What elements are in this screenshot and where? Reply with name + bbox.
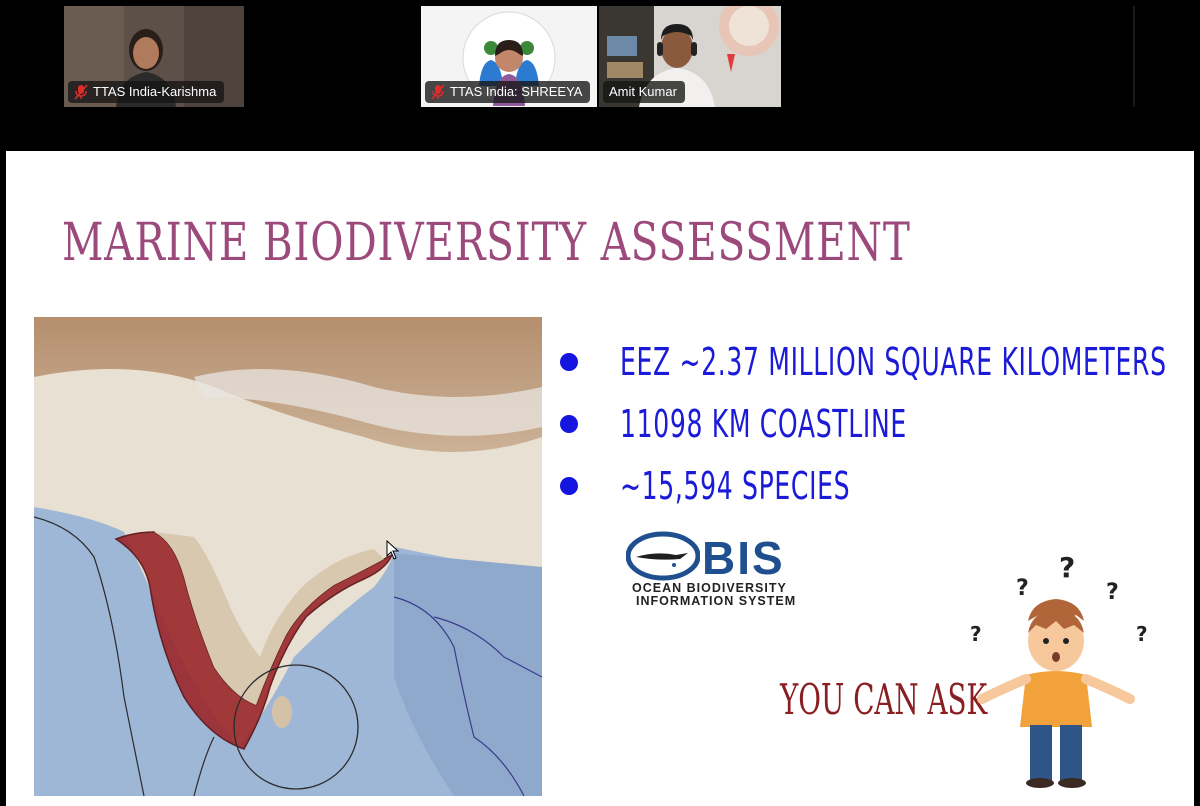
- participant-name-tag: TTAS India-Karishma: [68, 81, 225, 103]
- question-mark-icon: ?: [1136, 622, 1148, 646]
- fact-text: EEZ ~2.37 MILLION SQUARE KILOMETERS: [620, 340, 1167, 384]
- participant-name-tag: TTAS India: SHREEYA: [425, 81, 591, 103]
- globe-icon: [626, 531, 700, 581]
- question-mark-icon: ?: [1106, 580, 1119, 605]
- participant-tile-amit[interactable]: Amit Kumar: [599, 6, 781, 107]
- fact-text: 11098 KM COASTLINE: [620, 402, 907, 446]
- participant-name: Amit Kumar: [609, 84, 677, 99]
- list-item: ~15,594 SPECIES: [554, 455, 1184, 517]
- participant-tile-shreeya[interactable]: TTAS India: SHREEYA: [421, 6, 597, 107]
- confused-person-illustration: ? ? ? ? ?: [970, 551, 1148, 788]
- obis-logo: BIS OCEAN BIODIVERSITY INFORMATION SYSTE…: [624, 531, 836, 609]
- participant-tile-karishma[interactable]: TTAS India-Karishma: [64, 6, 244, 107]
- mic-muted-icon: [431, 84, 445, 100]
- participant-name: TTAS India-Karishma: [93, 84, 217, 99]
- participant-name-tag: Amit Kumar: [603, 81, 685, 103]
- video-panel-left: [250, 6, 420, 107]
- obis-line-2: INFORMATION SYSTEM: [636, 594, 797, 608]
- slide-title: MARINE BIODIVERSITY ASSESSMENT: [62, 213, 911, 273]
- facts-list: EEZ ~2.37 MILLION SQUARE KILOMETERS 1109…: [554, 331, 1184, 517]
- india-eez-map: [34, 317, 542, 796]
- bullet-icon: [560, 415, 578, 433]
- participant-name: TTAS India: SHREEYA: [450, 84, 583, 99]
- shared-slide: MARINE BIODIVERSITY ASSESSMENT EEZ ~2.37…: [6, 151, 1194, 806]
- mouse-pointer-icon: [386, 540, 400, 560]
- participant-strip: TTAS India-Karishma TTAS India: SHREEYA: [0, 0, 1200, 150]
- question-mark-icon: ?: [1059, 551, 1075, 584]
- list-item: EEZ ~2.37 MILLION SQUARE KILOMETERS: [554, 331, 1184, 393]
- question-mark-icon: ?: [970, 622, 982, 646]
- obis-word: BIS: [702, 532, 785, 584]
- question-mark-icon: ?: [1016, 576, 1029, 601]
- mic-muted-icon: [74, 84, 88, 100]
- bullet-icon: [560, 477, 578, 495]
- fact-text: ~15,594 SPECIES: [620, 464, 851, 508]
- obis-line-1: OCEAN BIODIVERSITY: [632, 581, 787, 595]
- bullet-icon: [560, 353, 578, 371]
- list-item: 11098 KM COASTLINE: [554, 393, 1184, 455]
- video-panel-right: [783, 6, 1135, 107]
